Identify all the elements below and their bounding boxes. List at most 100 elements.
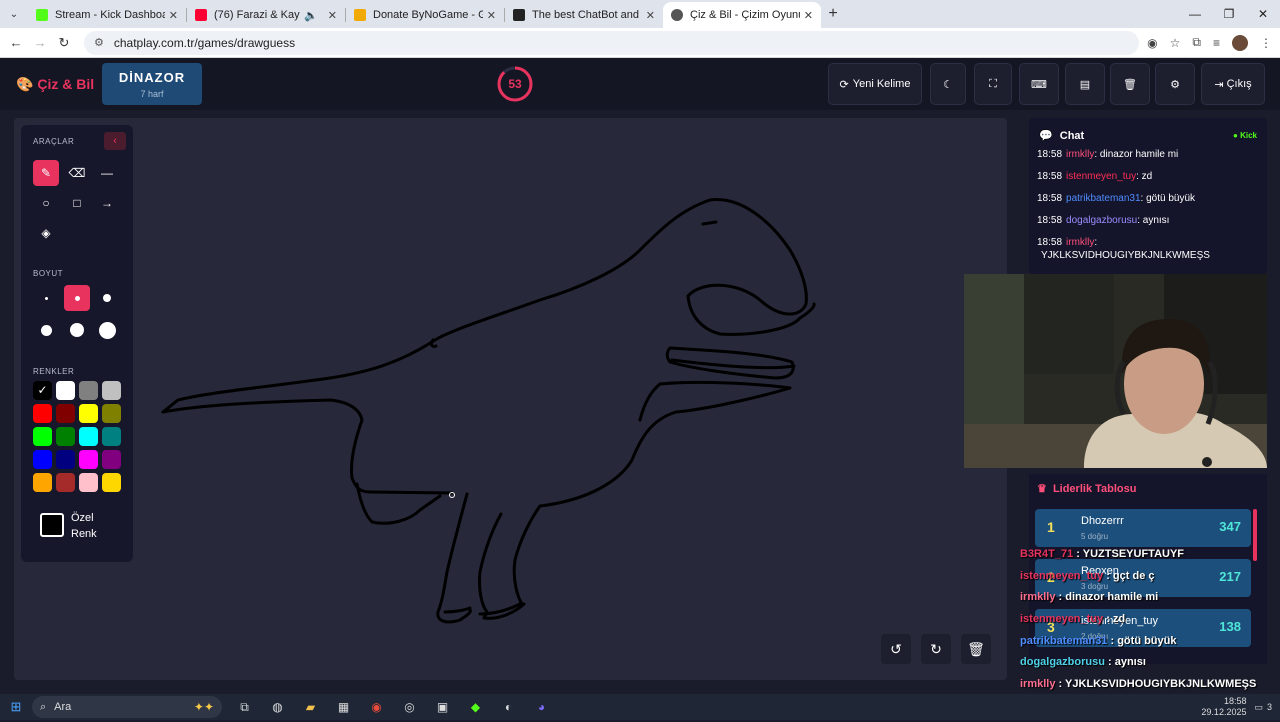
tab-search-icon[interactable]: ⌄: [0, 0, 28, 28]
color-swatch[interactable]: [79, 427, 98, 446]
exit-button[interactable]: ⇥ Çıkış: [1201, 63, 1265, 105]
color-swatch[interactable]: [79, 381, 98, 400]
message-time: 18:58: [1037, 149, 1063, 160]
windows-start-icon[interactable]: ⊞: [0, 699, 32, 715]
message-user[interactable]: irmklly: [1066, 237, 1094, 248]
new-tab-icon[interactable]: +: [821, 2, 845, 28]
clock[interactable]: 18:58 29.12.2025: [1201, 696, 1246, 718]
steam-icon[interactable]: ◍: [261, 694, 294, 720]
message-user[interactable]: dogalgazborusu: [1066, 215, 1137, 226]
delete-button[interactable]: 🗑: [1110, 63, 1150, 105]
tab-close-icon[interactable]: ✕: [804, 9, 813, 22]
close-window-icon[interactable]: ✕: [1246, 0, 1280, 28]
color-swatch[interactable]: [33, 450, 52, 469]
redo-button[interactable]: ↻: [921, 634, 951, 664]
color-swatch[interactable]: [79, 473, 98, 492]
vpn-icon[interactable]: ◆: [459, 694, 492, 720]
browser-tab[interactable]: Donate ByNoGame - Gelen/Gi ✕: [346, 2, 504, 28]
bookmark-star-icon[interactable]: ☆: [1170, 36, 1181, 50]
collapse-tools-button[interactable]: ‹: [104, 132, 126, 150]
browser-tab[interactable]: (76) Farazi & Kayra - Merte 🔈 ✕: [187, 2, 345, 28]
app-logo[interactable]: 🎨 Çiz & Bil: [16, 76, 94, 93]
browser-tab[interactable]: The best ChatBot and Widgets ✕: [505, 2, 663, 28]
color-swatch[interactable]: [102, 381, 121, 400]
size-option-xl[interactable]: [64, 317, 90, 343]
arrow-tool[interactable]: →: [94, 190, 120, 216]
tab-close-icon[interactable]: ✕: [646, 9, 655, 22]
notification-icon[interactable]: ▭: [1254, 702, 1263, 713]
color-swatch[interactable]: [102, 473, 121, 492]
notification-count: 3: [1266, 702, 1272, 712]
color-swatch[interactable]: [56, 427, 75, 446]
size-option-xs[interactable]: [33, 285, 59, 311]
color-swatch[interactable]: [79, 450, 98, 469]
color-swatch[interactable]: [56, 404, 75, 423]
game-launcher-icon[interactable]: ◐: [492, 694, 525, 720]
fill-tool[interactable]: ◈: [33, 220, 59, 246]
forward-icon[interactable]: →: [28, 35, 52, 50]
settings-button[interactable]: ⚙: [1155, 63, 1195, 105]
clear-canvas-button[interactable]: 🗑: [961, 634, 991, 664]
new-word-button[interactable]: ⟳ Yeni Kelime: [828, 63, 922, 105]
secret-word: DİNAZOR: [118, 70, 186, 85]
custom-color-button[interactable]: Özel Renk: [35, 508, 121, 548]
color-swatch[interactable]: [79, 404, 98, 423]
restore-icon[interactable]: ❐: [1212, 0, 1246, 28]
chrome-icon[interactable]: ◉: [360, 694, 393, 720]
drawing-canvas[interactable]: ↺ ↻ 🗑: [14, 118, 1007, 680]
color-swatch[interactable]: [102, 404, 121, 423]
brush-tool[interactable]: ✎: [33, 160, 59, 186]
keyboard-button[interactable]: ⌨: [1019, 63, 1059, 105]
sparkle-icon: ✦✦: [193, 700, 214, 714]
taskbar-search[interactable]: ⌕ Ara ✦✦: [32, 696, 222, 718]
message-user[interactable]: irmklly: [1066, 149, 1094, 160]
discord-icon[interactable]: ◕: [525, 694, 558, 720]
task-view-icon[interactable]: ⧉: [228, 694, 261, 720]
profile-avatar[interactable]: [1232, 34, 1248, 51]
size-option-xxl[interactable]: [94, 317, 120, 343]
tab-close-icon[interactable]: ✕: [487, 9, 496, 22]
eraser-tool[interactable]: ⌫: [64, 160, 90, 186]
rectangle-tool[interactable]: □: [64, 190, 90, 216]
color-swatch[interactable]: [33, 404, 52, 423]
obs-icon[interactable]: ◎: [393, 694, 426, 720]
eye-off-icon[interactable]: ◉: [1147, 36, 1157, 50]
site-info-icon[interactable]: ⚙: [94, 36, 104, 49]
fullscreen-button[interactable]: ⛶: [974, 63, 1012, 105]
url-field[interactable]: ⚙ chatplay.com.tr/games/drawguess: [84, 30, 1140, 55]
store-icon[interactable]: ▦: [327, 694, 360, 720]
media-icon[interactable]: ≡: [1213, 36, 1220, 50]
color-swatch[interactable]: [56, 473, 75, 492]
reload-icon[interactable]: ↻: [52, 35, 76, 51]
window-controls: — ❐ ✕: [1178, 0, 1280, 28]
message-user[interactable]: istenmeyen_tuy: [1066, 171, 1136, 182]
theme-toggle-button[interactable]: ☾: [930, 63, 966, 105]
color-swatch[interactable]: [56, 450, 75, 469]
browser-tab-bar: ⌄ Stream - Kick Dashboard ✕ (76) Farazi …: [0, 0, 1280, 28]
color-swatch[interactable]: [102, 450, 121, 469]
tab-audio-icon[interactable]: 🔈: [304, 9, 318, 22]
tab-close-icon[interactable]: ✕: [169, 9, 178, 22]
circle-tool[interactable]: ○: [33, 190, 59, 216]
file-explorer-icon[interactable]: ▰: [294, 694, 327, 720]
color-swatch[interactable]: ✓: [33, 381, 52, 400]
undo-button[interactable]: ↺: [881, 634, 911, 664]
color-swatch[interactable]: [56, 381, 75, 400]
archive-button[interactable]: ▤: [1065, 63, 1105, 105]
color-swatch[interactable]: [33, 473, 52, 492]
line-tool[interactable]: —: [94, 160, 120, 186]
extensions-icon[interactable]: ⧉: [1192, 35, 1201, 50]
minimize-icon[interactable]: —: [1178, 0, 1212, 28]
back-icon[interactable]: ←: [4, 35, 28, 50]
browser-menu-icon[interactable]: ⋮: [1260, 36, 1272, 50]
size-option-sm[interactable]: [64, 285, 90, 311]
size-option-md[interactable]: [94, 285, 120, 311]
color-swatch[interactable]: [33, 427, 52, 446]
epic-games-icon[interactable]: ▣: [426, 694, 459, 720]
message-user[interactable]: patrikbateman31: [1066, 193, 1141, 204]
browser-tab[interactable]: Stream - Kick Dashboard ✕: [28, 2, 186, 28]
tab-close-icon[interactable]: ✕: [328, 9, 337, 22]
browser-tab-active[interactable]: Çiz & Bil - Çizim Oyunu ✕: [663, 2, 821, 28]
color-swatch[interactable]: [102, 427, 121, 446]
size-option-lg[interactable]: [33, 317, 59, 343]
